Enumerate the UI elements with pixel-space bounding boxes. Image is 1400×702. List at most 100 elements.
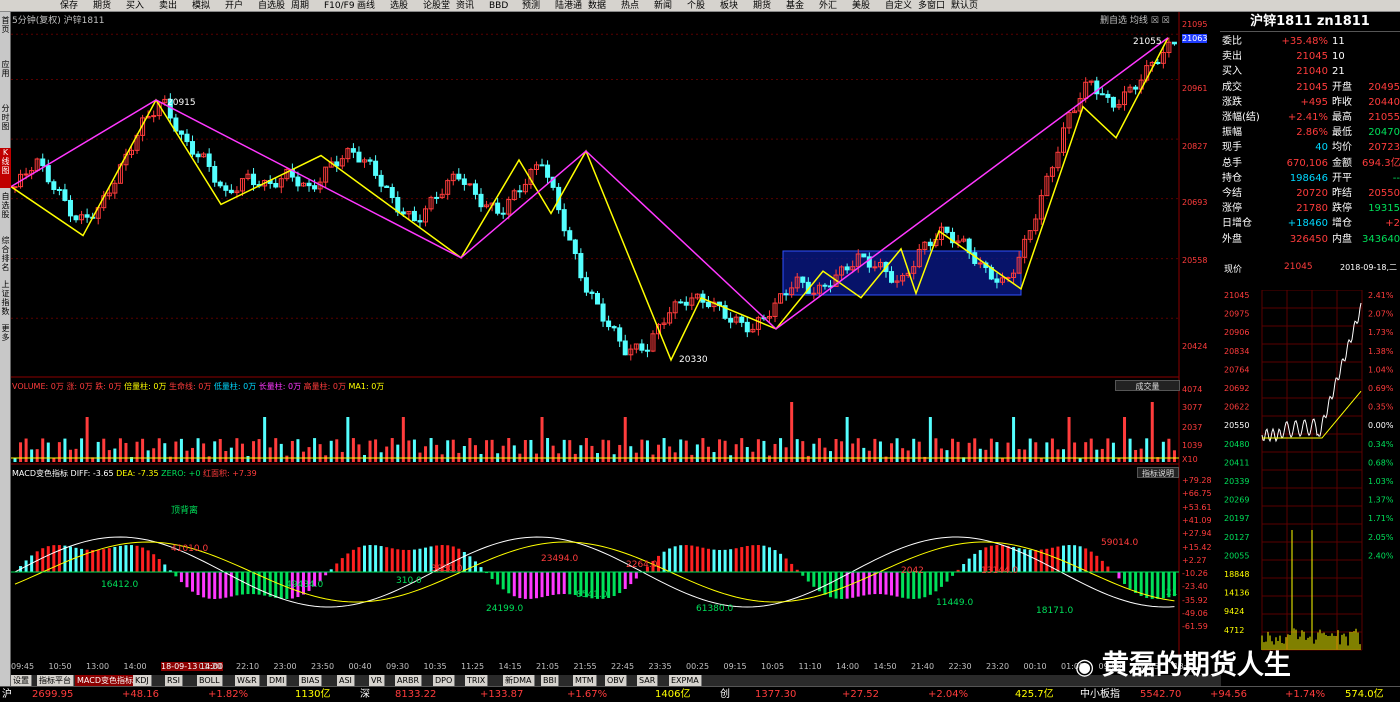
toolbar-item[interactable]: 卖出: [159, 0, 177, 12]
volume-button[interactable]: 成交量: [1115, 380, 1180, 391]
indicator-tab[interactable]: MTM: [573, 675, 597, 686]
leftnav-item[interactable]: 应用: [0, 60, 11, 100]
indicator-tab[interactable]: 设置: [11, 675, 32, 686]
toolbar-item[interactable]: 保存: [60, 0, 78, 12]
toolbar-item[interactable]: 个股: [687, 0, 705, 12]
macd-annotation: 16412.0: [101, 580, 138, 590]
indicator-tab[interactable]: W&R: [235, 675, 260, 686]
volume-bar: [602, 440, 605, 462]
toolbar-item[interactable]: 期货: [753, 0, 771, 12]
volume-bar: [873, 439, 876, 462]
candle-body: [191, 142, 195, 155]
indicator-tab[interactable]: ASI: [337, 675, 355, 686]
quote-cell: 20550: [1362, 186, 1400, 201]
candle-body: [1106, 94, 1110, 97]
indicator-tab[interactable]: MACD变色指标: [75, 675, 136, 686]
quote-cell: 现手: [1222, 140, 1242, 155]
leftnav-item[interactable]: K线图: [0, 148, 11, 188]
toolbar-item[interactable]: 选股: [390, 0, 408, 12]
volume-bar: [707, 447, 710, 462]
time-tick: 21:05: [536, 662, 559, 671]
volume-tick: 3077: [1182, 403, 1202, 412]
toolbar-item[interactable]: 多窗口: [918, 0, 945, 12]
candle-body: [252, 174, 256, 184]
indicator-tab[interactable]: BIAS: [299, 675, 322, 686]
volume-bar: [357, 444, 360, 462]
indicator-tab[interactable]: 指标平台: [37, 675, 74, 686]
toolbar-item[interactable]: 外汇: [819, 0, 837, 12]
toolbar-item[interactable]: 新闻: [654, 0, 672, 12]
leftnav-item[interactable]: 更多: [0, 324, 11, 364]
macd-annotation: 61380.0: [696, 604, 733, 614]
indicator-tab[interactable]: SAR: [637, 675, 658, 686]
indicator-tab[interactable]: BBI: [541, 675, 559, 686]
weibo-icon: ◉: [1075, 655, 1102, 680]
time-tick: 14:00: [836, 662, 859, 671]
toolbar-item[interactable]: 热点: [621, 0, 639, 12]
volume-bar: [502, 446, 505, 462]
candle-body: [457, 174, 461, 179]
time-tick: 09:15: [724, 662, 747, 671]
candle-body: [801, 277, 805, 282]
toolbar-item[interactable]: 默认页: [951, 0, 978, 12]
toolbar-item[interactable]: BBD: [489, 0, 508, 12]
toolbar-item[interactable]: 自定义: [885, 0, 912, 12]
quote-cell: 21045: [1278, 49, 1328, 64]
macd-annotation: 3830.0: [431, 564, 463, 574]
toolbar-item[interactable]: 美股: [852, 0, 870, 12]
candle-body: [385, 186, 389, 187]
mini-axis-left: 20339: [1224, 477, 1249, 486]
toolbar-item[interactable]: 周期: [291, 0, 309, 12]
leftnav-item[interactable]: 综合排名: [0, 236, 11, 276]
volume-bar: [341, 452, 344, 462]
volume-bar: [1101, 449, 1104, 462]
macd-annotation: 11449.0: [936, 598, 973, 608]
toolbar-item[interactable]: 模拟: [192, 0, 210, 12]
leftnav-item[interactable]: 上证指数: [0, 280, 11, 320]
indicator-tab[interactable]: 新DMA: [503, 675, 535, 686]
mini-axis-right: 1.73%: [1368, 328, 1394, 337]
leftnav-item[interactable]: 自选股: [0, 192, 11, 232]
volume-bar: [729, 455, 732, 462]
macd-annotation: 41010.0: [171, 544, 208, 554]
toolbar-item[interactable]: 陆港通: [555, 0, 582, 12]
candle-body: [374, 161, 378, 175]
toolbar-item[interactable]: 板块: [720, 0, 738, 12]
indicator-tab[interactable]: ARBR: [395, 675, 422, 686]
indicator-tab[interactable]: TRIX: [465, 675, 488, 686]
toolbar-item[interactable]: 自选股: [258, 0, 285, 12]
indicator-tab[interactable]: DPO: [433, 675, 455, 686]
toolbar-item[interactable]: 期货: [93, 0, 111, 12]
toolbar-item[interactable]: 开户: [225, 0, 243, 12]
toolbar-item[interactable]: 预测: [522, 0, 540, 12]
indicator-tab[interactable]: EXPMA: [669, 675, 702, 686]
quote-row: 涨跌+495昨收20440: [1222, 95, 1400, 110]
toolbar-item[interactable]: 买入: [126, 0, 144, 12]
toolbar-item[interactable]: 基金: [786, 0, 804, 12]
quote-cell: 日增仓: [1222, 216, 1252, 231]
indicator-tab[interactable]: KDJ: [133, 675, 152, 686]
candle-body: [473, 184, 477, 194]
consolidation-box: [783, 251, 1021, 295]
indicator-tab[interactable]: VR: [369, 675, 385, 686]
macd-tick: -23.40: [1182, 582, 1208, 591]
toolbar-item[interactable]: F10/F9: [324, 0, 355, 12]
leftnav-item[interactable]: 首页: [0, 16, 11, 56]
candle-body: [368, 160, 372, 161]
mini-axis-left: 20834: [1224, 347, 1249, 356]
leftnav-item[interactable]: 分时图: [0, 104, 11, 144]
quote-cell: 总手: [1222, 156, 1242, 171]
close-icon[interactable]: ☒ ☒: [1151, 16, 1170, 26]
toolbar-item[interactable]: 数据: [588, 0, 606, 12]
chart-controls[interactable]: 删自选 均线 ☒ ☒: [1100, 13, 1170, 26]
toolbar-item[interactable]: 资讯: [456, 0, 474, 12]
volume-bar: [224, 451, 227, 462]
volume-bar: [230, 448, 233, 462]
volume-bar: [296, 439, 299, 462]
toolbar-item[interactable]: 画线: [357, 0, 375, 12]
indicator-tab[interactable]: OBV: [605, 675, 627, 686]
toolbar-item[interactable]: 论股堂: [423, 0, 450, 12]
indicator-tab[interactable]: DMI: [267, 675, 287, 686]
indicator-tab[interactable]: RSI: [165, 675, 183, 686]
indicator-tab[interactable]: BOLL: [197, 675, 223, 686]
